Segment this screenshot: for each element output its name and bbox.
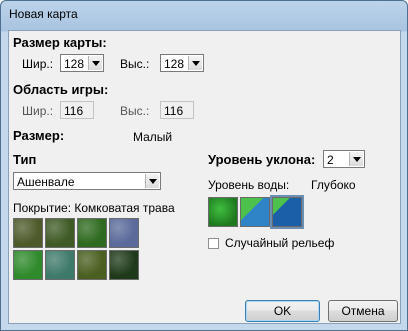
play-height-field: 116 [160,101,194,119]
water-value: Глубоко [311,178,356,192]
water-label: Уровень воды: [208,178,290,192]
play-width-value: 116 [64,104,84,118]
chevron-down-icon[interactable] [188,56,202,70]
slope-select[interactable]: 2 [323,150,365,168]
coverage-tile[interactable] [109,218,139,248]
coverage-tile[interactable] [77,218,107,248]
type-select[interactable]: Ашенвале [13,172,161,190]
coverage-tile[interactable] [13,250,43,280]
size-label: Размер: [13,128,65,143]
map-width-label: Шир.: [22,57,54,71]
slope-value: 2 [327,153,334,167]
shallow-water-icon[interactable] [240,197,270,227]
random-relief-label: Случайный рельеф [225,236,335,250]
type-label: Тип [13,152,37,167]
chevron-down-icon[interactable] [349,152,363,166]
random-relief-checkbox[interactable] [208,238,219,249]
coverage-tile[interactable] [109,250,139,280]
map-width-select[interactable]: 128 [60,54,104,72]
deep-water-icon[interactable] [270,195,304,229]
type-value: Ашенвале [17,175,75,189]
coverage-tile[interactable] [45,218,75,248]
map-height-label: Выс.: [120,57,150,71]
map-height-value: 128 [164,57,185,71]
window-title: Новая карта [9,7,78,21]
coverage-label: Покрытие: Комковатая трава [13,201,175,215]
ok-button[interactable]: OK [245,300,320,322]
title-bar[interactable]: Новая карта [1,1,407,29]
slope-label: Уровень уклона: [208,152,316,167]
map-width-value: 128 [64,57,85,71]
play-height-value: 116 [164,104,184,118]
dialog-body: Размер карты: Шир.: 128 Выс.: 128 Област… [8,30,401,324]
play-area-heading: Область игры: [13,82,109,97]
land-icon[interactable] [208,197,238,227]
play-width-label: Шир.: [22,104,54,118]
new-map-dialog: Новая карта Размер карты: Шир.: 128 Выс.… [0,0,408,331]
play-height-label: Выс.: [120,104,150,118]
coverage-tile[interactable] [77,250,107,280]
coverage-tile[interactable] [13,218,43,248]
cancel-button[interactable]: Отмена [328,300,398,322]
map-size-heading: Размер карты: [13,35,107,50]
chevron-down-icon[interactable] [88,56,102,70]
play-width-field: 116 [60,101,94,119]
map-height-select[interactable]: 128 [160,54,204,72]
coverage-tile[interactable] [45,250,75,280]
size-value: Малый [133,130,173,144]
chevron-down-icon[interactable] [145,174,159,188]
